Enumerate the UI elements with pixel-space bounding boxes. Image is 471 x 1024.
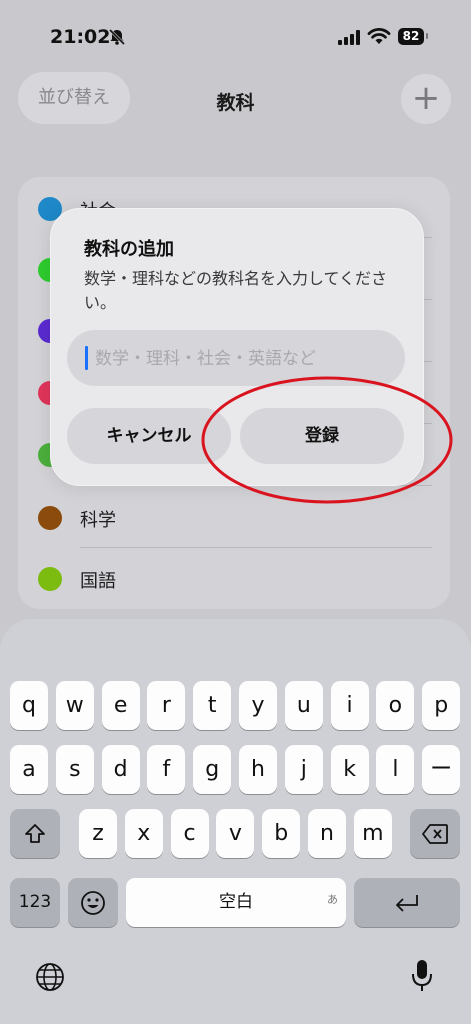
wifi-icon bbox=[367, 28, 391, 44]
return-icon bbox=[396, 895, 418, 912]
key-w[interactable]: w bbox=[55, 681, 94, 730]
color-dot bbox=[38, 506, 62, 530]
key-d[interactable]: d bbox=[101, 745, 140, 794]
key-i[interactable]: i bbox=[330, 681, 369, 730]
key-f[interactable]: f bbox=[147, 745, 186, 794]
text-caret bbox=[85, 346, 88, 370]
key-x[interactable]: x bbox=[124, 809, 163, 858]
battery-indicator: 82 bbox=[398, 28, 424, 45]
emoji-key[interactable] bbox=[68, 878, 118, 927]
key-u[interactable]: u bbox=[284, 681, 323, 730]
key-y[interactable]: y bbox=[239, 681, 277, 730]
key-s[interactable]: s bbox=[55, 745, 94, 794]
key-t[interactable]: t bbox=[193, 681, 232, 730]
return-key[interactable] bbox=[354, 878, 460, 927]
key-r[interactable]: r bbox=[147, 681, 186, 730]
status-bar: 21:02 82 bbox=[0, 0, 471, 72]
microphone-icon[interactable] bbox=[409, 958, 435, 994]
keyboard: qwertyuiop asdfghjklー zxcvbnm 123 空白 あ bbox=[0, 619, 471, 1024]
color-dot bbox=[38, 567, 62, 591]
key-ー[interactable]: ー bbox=[422, 745, 461, 794]
emoji-icon bbox=[81, 891, 105, 915]
key-m[interactable]: m bbox=[353, 809, 392, 858]
space-key[interactable]: 空白 あ bbox=[126, 878, 346, 927]
add-subject-button[interactable]: + bbox=[401, 74, 451, 124]
key-c[interactable]: c bbox=[170, 809, 209, 858]
silent-bell-icon bbox=[108, 28, 126, 46]
cellular-signal-icon bbox=[338, 30, 360, 45]
divider bbox=[80, 547, 432, 548]
list-item[interactable]: 国語 bbox=[18, 549, 450, 609]
key-v[interactable]: v bbox=[216, 809, 255, 858]
space-key-label: 空白 bbox=[219, 892, 253, 912]
battery-cap bbox=[426, 33, 428, 39]
list-item-label: 国語 bbox=[80, 571, 116, 592]
key-a[interactable]: a bbox=[10, 745, 48, 794]
dialog-title: 教科の追加 bbox=[84, 239, 174, 260]
highlight-ellipse bbox=[201, 376, 453, 504]
key-l[interactable]: l bbox=[376, 745, 415, 794]
key-j[interactable]: j bbox=[284, 745, 323, 794]
list-item-label: 科学 bbox=[80, 510, 116, 531]
key-h[interactable]: h bbox=[239, 745, 277, 794]
shift-key[interactable] bbox=[10, 809, 60, 858]
key-g[interactable]: g bbox=[193, 745, 232, 794]
key-b[interactable]: b bbox=[262, 809, 301, 858]
key-k[interactable]: k bbox=[330, 745, 369, 794]
status-time: 21:02 bbox=[50, 26, 111, 48]
delete-key[interactable] bbox=[410, 809, 460, 858]
input-mode-hint: あ bbox=[327, 893, 338, 906]
numbers-key[interactable]: 123 bbox=[10, 878, 60, 927]
key-p[interactable]: p bbox=[422, 681, 461, 730]
shift-icon bbox=[25, 824, 45, 843]
globe-icon[interactable] bbox=[34, 961, 66, 993]
key-z[interactable]: z bbox=[79, 809, 117, 858]
key-n[interactable]: n bbox=[308, 809, 346, 858]
backspace-icon bbox=[422, 824, 448, 844]
key-e[interactable]: e bbox=[101, 681, 140, 730]
key-q[interactable]: q bbox=[10, 681, 48, 730]
dialog-message: 数学・理科などの教科名を入力してください。 bbox=[84, 269, 388, 312]
key-o[interactable]: o bbox=[376, 681, 415, 730]
